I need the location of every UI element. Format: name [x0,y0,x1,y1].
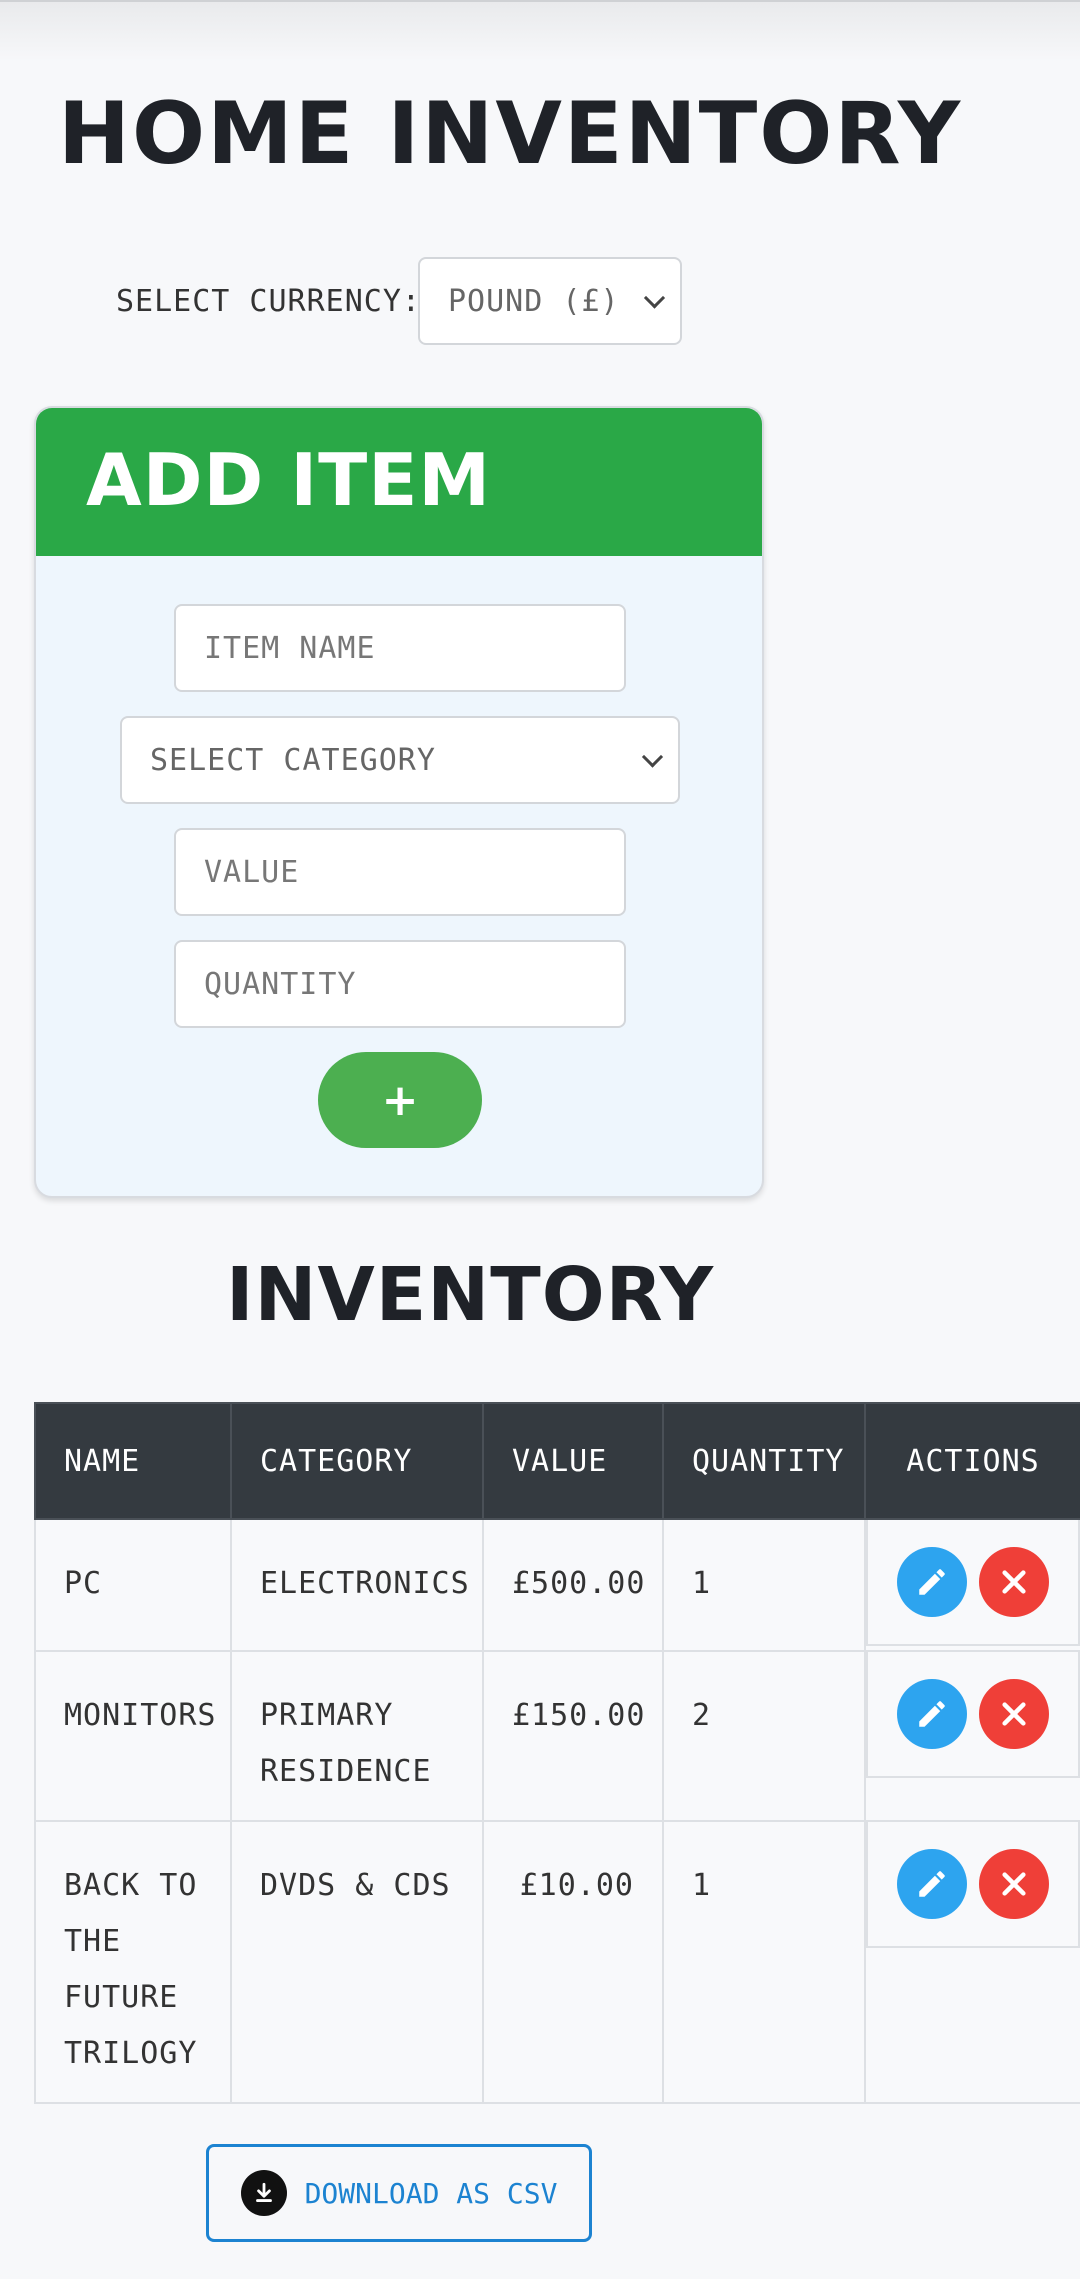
table-row: PC Electronics £500.00 1 [34,1518,1080,1652]
chevron-down-icon [641,746,664,768]
inventory-title: Inventory [226,1252,715,1338]
cell-actions [864,1650,1080,1822]
row-actions [866,1652,1080,1778]
edit-button[interactable] [897,1849,967,1919]
category-selected-value: Select Category [150,742,436,778]
cell-actions [864,1518,1080,1652]
category-select[interactable]: Select Category [120,716,680,804]
pencil-icon [919,1701,945,1727]
download-icon [240,2170,287,2216]
close-icon [1002,1872,1026,1896]
add-item-header: Add Item [36,408,762,556]
cell-name: PC [34,1518,232,1652]
download-csv-button[interactable]: Download as CSV [206,2144,592,2242]
cell-quantity: 1 [662,1518,866,1652]
currency-select[interactable]: Pound (£) [418,257,682,345]
cell-value: £500.00 [482,1518,664,1652]
column-header-category: Category [230,1402,484,1520]
close-icon [1002,1570,1026,1594]
pencil-icon [919,1871,945,1897]
edit-button[interactable] [897,1679,967,1749]
add-item-card: Add Item Select Category + [34,406,764,1198]
quantity-input[interactable] [174,940,626,1028]
item-name-input[interactable] [174,604,626,692]
currency-label: Select currency: [116,283,421,319]
add-item-title: Add Item [86,438,492,522]
cell-category: Primary Residence [230,1650,484,1822]
add-item-button[interactable]: + [318,1052,482,1148]
column-header-quantity: Quantity [662,1402,866,1520]
cell-category: Electronics [230,1518,484,1652]
cell-value: £150.00 [482,1650,664,1822]
currency-row: Select currency: [116,257,421,345]
inventory-table: Name Category Value Quantity Actions PC … [34,1402,1080,2104]
close-icon [1002,1702,1026,1726]
table-header-row: Name Category Value Quantity Actions [34,1402,1080,1520]
row-actions [866,1520,1080,1646]
row-actions [866,1822,1080,1948]
delete-button[interactable] [979,1849,1049,1919]
column-header-name: Name [34,1402,232,1520]
download-csv-label: Download as CSV [304,2176,558,2210]
app-title: Home Inventory [58,84,963,184]
cell-name: Back to the Future Trilogy [34,1820,232,2104]
pencil-icon [919,1569,945,1595]
column-header-actions: Actions [864,1402,1080,1520]
column-header-value: Value [482,1402,664,1520]
cell-quantity: 1 [662,1820,866,2104]
edit-button[interactable] [897,1547,967,1617]
cell-quantity: 2 [662,1650,866,1822]
table-row: Back to the Future Trilogy DVDs & CDs £1… [34,1820,1080,2104]
table-row: Monitors Primary Residence £150.00 2 [34,1650,1080,1822]
delete-button[interactable] [979,1547,1049,1617]
cell-name: Monitors [34,1650,232,1822]
browser-top-bar [0,0,1080,62]
delete-button[interactable] [979,1679,1049,1749]
value-input[interactable] [174,828,626,916]
cell-category: DVDs & CDs [230,1820,484,2104]
cell-actions [864,1820,1080,2104]
currency-selected-value: Pound (£) [448,283,620,319]
cell-value: £10.00 [482,1820,664,2104]
chevron-down-icon [643,287,666,309]
